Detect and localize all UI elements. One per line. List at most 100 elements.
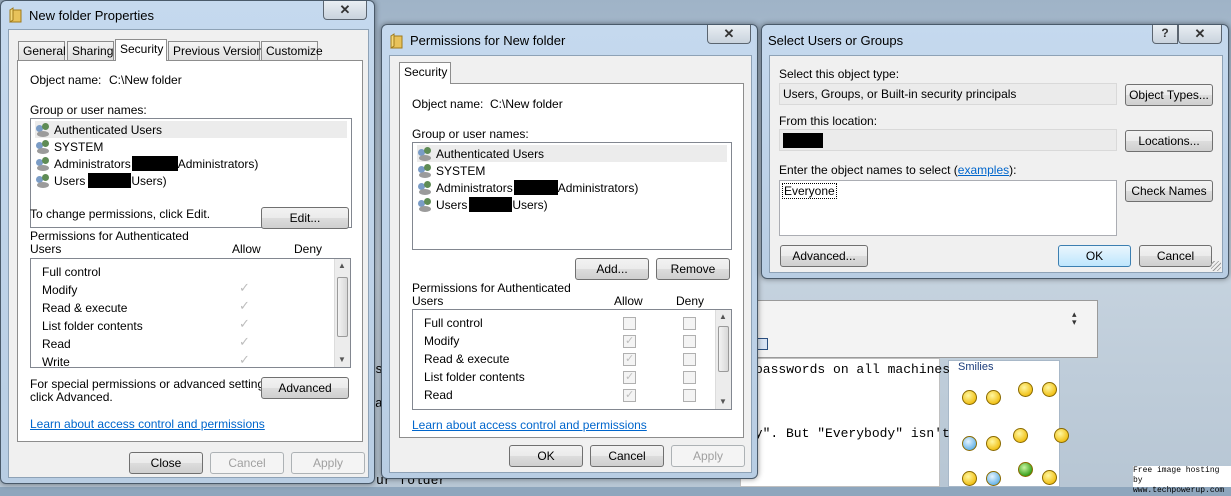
change-permissions-text: To change permissions, click Edit. <box>30 207 211 221</box>
allow-header: Allow <box>232 242 261 256</box>
smile-icon[interactable] <box>962 390 977 405</box>
list-item[interactable]: Administrators Administrators) <box>35 155 258 172</box>
users-group-icon <box>35 156 52 171</box>
frog-icon[interactable] <box>1018 462 1033 477</box>
close-icon[interactable]: ✕ <box>323 1 367 20</box>
scroll-up-icon[interactable]: ▲ <box>719 312 727 321</box>
scroll-up-icon[interactable]: ▲ <box>338 261 346 270</box>
list-item[interactable]: SYSTEM <box>417 162 485 179</box>
smile-icon[interactable] <box>1042 470 1057 485</box>
dancing-icon[interactable] <box>1042 382 1057 397</box>
dancing-icon[interactable] <box>1018 382 1033 397</box>
scroll-down-icon[interactable]: ▼ <box>719 397 727 406</box>
enter-names-label: Enter the object names to select (exampl… <box>779 163 1016 177</box>
allow-checkbox[interactable]: ✓ <box>623 353 636 366</box>
tab-security[interactable]: Security <box>399 62 451 84</box>
cool-icon[interactable] <box>986 436 1001 451</box>
object-name-value: C:\New folder <box>109 73 182 87</box>
add-button[interactable]: Add... <box>575 258 649 280</box>
edit-button[interactable]: Edit... <box>261 207 349 229</box>
advanced-button[interactable]: Advanced <box>261 377 349 399</box>
deny-checkbox[interactable] <box>683 371 696 384</box>
list-item[interactable]: Authenticated Users <box>417 145 727 162</box>
cancel-button[interactable]: Cancel <box>590 445 664 467</box>
tab-previous-versions[interactable]: Previous Versions <box>168 41 269 61</box>
user-name: Users) <box>512 197 548 212</box>
friends-icon[interactable] <box>1013 428 1028 443</box>
confused-icon[interactable] <box>986 471 1001 486</box>
close-icon[interactable]: ✕ <box>1178 25 1222 44</box>
toolbar-resize-icon[interactable]: ▴ ▾ <box>1072 310 1077 327</box>
post-textarea[interactable] <box>740 358 940 487</box>
post-text-line: dy". But "Everybody" isn't <box>747 426 950 441</box>
apply-button[interactable]: Apply <box>671 445 745 467</box>
close-icon[interactable]: ✕ <box>707 25 751 44</box>
tab-security[interactable]: Security <box>115 39 167 61</box>
list-item[interactable]: SYSTEM <box>35 138 103 155</box>
object-types-button[interactable]: Object Types... <box>1125 84 1213 106</box>
allow-checkbox[interactable]: ✓ <box>623 371 636 384</box>
security-tab-panel: Object name: C:\New folder Group or user… <box>399 83 744 438</box>
check-names-button[interactable]: Check Names <box>1125 180 1213 202</box>
list-item[interactable]: Administrators Administrators) <box>417 179 638 196</box>
title-bar[interactable]: Select Users or Groups ? ✕ <box>762 25 1228 53</box>
scroll-down-icon[interactable]: ▼ <box>338 355 346 364</box>
remove-button[interactable]: Remove <box>656 258 730 280</box>
scrollbar[interactable]: ▲ ▼ <box>334 259 350 367</box>
users-group-icon <box>35 173 52 188</box>
smilies-box <box>948 360 1060 487</box>
deny-checkbox[interactable] <box>683 389 696 402</box>
tab-sharing[interactable]: Sharing <box>67 41 114 61</box>
friends-icon[interactable] <box>1054 428 1069 443</box>
allow-checkbox[interactable] <box>623 317 636 330</box>
advanced-button[interactable]: Advanced... <box>780 245 868 267</box>
object-names-value[interactable]: Everyone <box>782 183 837 199</box>
security-tab-panel: Object name: C:\New folder Group or user… <box>17 60 363 442</box>
check-icon: ✓ <box>625 389 635 401</box>
cancel-button[interactable]: Cancel <box>210 452 284 474</box>
allow-checkbox[interactable]: ✓ <box>623 389 636 402</box>
redaction-bar <box>513 180 558 195</box>
user-list[interactable]: Authenticated Users SYSTEM Administrator… <box>412 142 732 250</box>
learn-access-control-link[interactable]: Learn about access control and permissio… <box>412 418 647 432</box>
help-icon[interactable]: ? <box>1152 25 1178 44</box>
permissions-list: Full control Modify Read & execute List … <box>412 309 732 410</box>
post-text-line: passwords on all machines <box>755 362 951 377</box>
ok-button[interactable]: OK <box>509 445 583 467</box>
list-item[interactable]: Authenticated Users <box>35 121 347 138</box>
enter-names-text: ): <box>1009 163 1017 177</box>
learn-access-control-link[interactable]: Learn about access control and permissio… <box>30 417 265 431</box>
allow-checkbox[interactable]: ✓ <box>623 335 636 348</box>
close-button[interactable]: Close <box>129 452 203 474</box>
wink-icon[interactable] <box>962 436 977 451</box>
scrollbar[interactable]: ▲ ▼ <box>715 310 731 409</box>
tab-customize[interactable]: Customize <box>261 41 323 61</box>
resize-grip-icon[interactable] <box>1211 261 1221 271</box>
title-bar[interactable]: Permissions for New folder ✕ <box>382 25 757 53</box>
tab-general[interactable]: General <box>18 41 66 61</box>
properties-client: General Sharing Security Previous Versio… <box>8 29 369 478</box>
surprised-icon[interactable] <box>962 471 977 486</box>
title-bar[interactable]: New folder Properties ✕ <box>1 1 374 29</box>
list-item[interactable]: Users Users) <box>417 196 548 213</box>
list-item[interactable]: Users Users) <box>35 172 167 189</box>
locations-button[interactable]: Locations... <box>1125 130 1213 152</box>
deny-checkbox[interactable] <box>683 335 696 348</box>
deny-checkbox[interactable] <box>683 317 696 330</box>
object-name-value: C:\New folder <box>490 97 563 111</box>
grin-icon[interactable] <box>986 390 1001 405</box>
apply-button[interactable]: Apply <box>291 452 365 474</box>
object-type-label: Select this object type: <box>779 67 900 81</box>
scroll-thumb[interactable] <box>337 277 348 337</box>
deny-checkbox[interactable] <box>683 353 696 366</box>
cancel-button[interactable]: Cancel <box>1139 245 1212 267</box>
object-type-value: Users, Groups, or Built-in security prin… <box>783 87 1017 101</box>
scroll-thumb[interactable] <box>718 326 729 372</box>
users-group-icon <box>35 122 52 137</box>
table-icon <box>757 338 768 350</box>
permission-name: Modify <box>42 283 78 297</box>
ok-button[interactable]: OK <box>1058 245 1131 267</box>
object-names-input[interactable]: Everyone <box>779 180 1117 236</box>
examples-link[interactable]: examples <box>958 163 1009 177</box>
window-title: Permissions for New folder <box>410 33 566 48</box>
